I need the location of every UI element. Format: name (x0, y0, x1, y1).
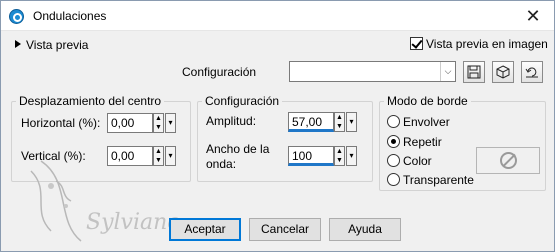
radio-circle-icon (387, 154, 400, 167)
horizontal-dropdown[interactable]: ▾ (165, 113, 176, 133)
save-config-button[interactable] (463, 61, 485, 83)
radio-repetir[interactable]: Repetir (387, 135, 442, 149)
config-label: Configuración (182, 65, 257, 79)
radio-circle-icon (387, 173, 400, 186)
config-select[interactable]: ⌵ (289, 61, 456, 82)
amplitude-label: Amplitud: (206, 114, 257, 128)
radio-color-label: Color (403, 154, 432, 168)
watermark-text: Sylviane (86, 210, 180, 235)
reset-button[interactable] (521, 61, 543, 83)
radio-circle-icon (387, 115, 400, 128)
amplitude-dropdown[interactable]: ▾ (346, 112, 357, 132)
radio-repetir-label: Repetir (403, 135, 442, 149)
preview-toggle[interactable]: Vista previa (15, 38, 88, 52)
dialog-window: Ondulaciones ✕ Vista previa Vista previa… (0, 0, 555, 252)
horizontal-input[interactable]: 0,00 (107, 113, 153, 133)
random-dice-icon (496, 65, 510, 79)
close-button[interactable]: ✕ (522, 5, 544, 27)
displacement-group: Desplazamiento del centro (11, 94, 191, 182)
radio-envolver-label: Envolver (403, 115, 450, 129)
displacement-legend: Desplazamiento del centro (19, 94, 162, 108)
ok-button[interactable]: Aceptar (169, 218, 241, 241)
radio-selected-icon (387, 135, 400, 148)
vertical-dropdown[interactable]: ▾ (165, 146, 176, 166)
wave-width-spinner[interactable]: ▲ ▼ (334, 146, 345, 166)
help-button[interactable]: Ayuda (329, 218, 401, 241)
vertical-spinner[interactable]: ▲ ▼ (153, 146, 164, 166)
preview-image-checkbox[interactable]: Vista previa en imagen (410, 37, 548, 51)
settings-legend: Configuración (205, 94, 280, 108)
amplitude-spinner[interactable]: ▲ ▼ (334, 112, 345, 132)
preview-toggle-label: Vista previa (26, 38, 89, 52)
radio-envolver[interactable]: Envolver (387, 115, 450, 129)
wave-width-label-1: Ancho de la (206, 142, 270, 156)
app-icon (9, 9, 24, 24)
window-title: Ondulaciones (33, 9, 107, 23)
chevron-down-icon: ⌵ (440, 62, 455, 81)
save-icon (467, 65, 481, 79)
wave-width-label-2: onda: (206, 157, 237, 171)
expand-triangle-icon (15, 40, 21, 48)
random-button[interactable] (492, 61, 514, 83)
no-color-icon (499, 152, 517, 169)
amplitude-input[interactable]: 57,00 (288, 112, 334, 132)
wave-width-dropdown[interactable]: ▾ (346, 146, 357, 166)
horizontal-label: Horizontal (%): (21, 116, 101, 130)
horizontal-spinner[interactable]: ▲ ▼ (153, 113, 164, 133)
checkbox-icon (410, 37, 423, 50)
edge-mode-legend: Modo de borde (387, 94, 468, 108)
reset-icon (525, 67, 538, 78)
title-bar: Ondulaciones ✕ (1, 1, 554, 31)
cancel-button[interactable]: Cancelar (249, 218, 321, 241)
radio-transparente-label: Transparente (403, 173, 474, 187)
wave-width-input[interactable]: 100 (288, 146, 334, 166)
vertical-label: Vertical (%): (21, 149, 86, 163)
color-swatch-button[interactable] (476, 147, 540, 174)
vertical-input[interactable]: 0,00 (107, 146, 153, 166)
radio-color[interactable]: Color (387, 154, 432, 168)
radio-transparente[interactable]: Transparente (387, 173, 474, 187)
preview-image-label: Vista previa en imagen (426, 37, 548, 51)
